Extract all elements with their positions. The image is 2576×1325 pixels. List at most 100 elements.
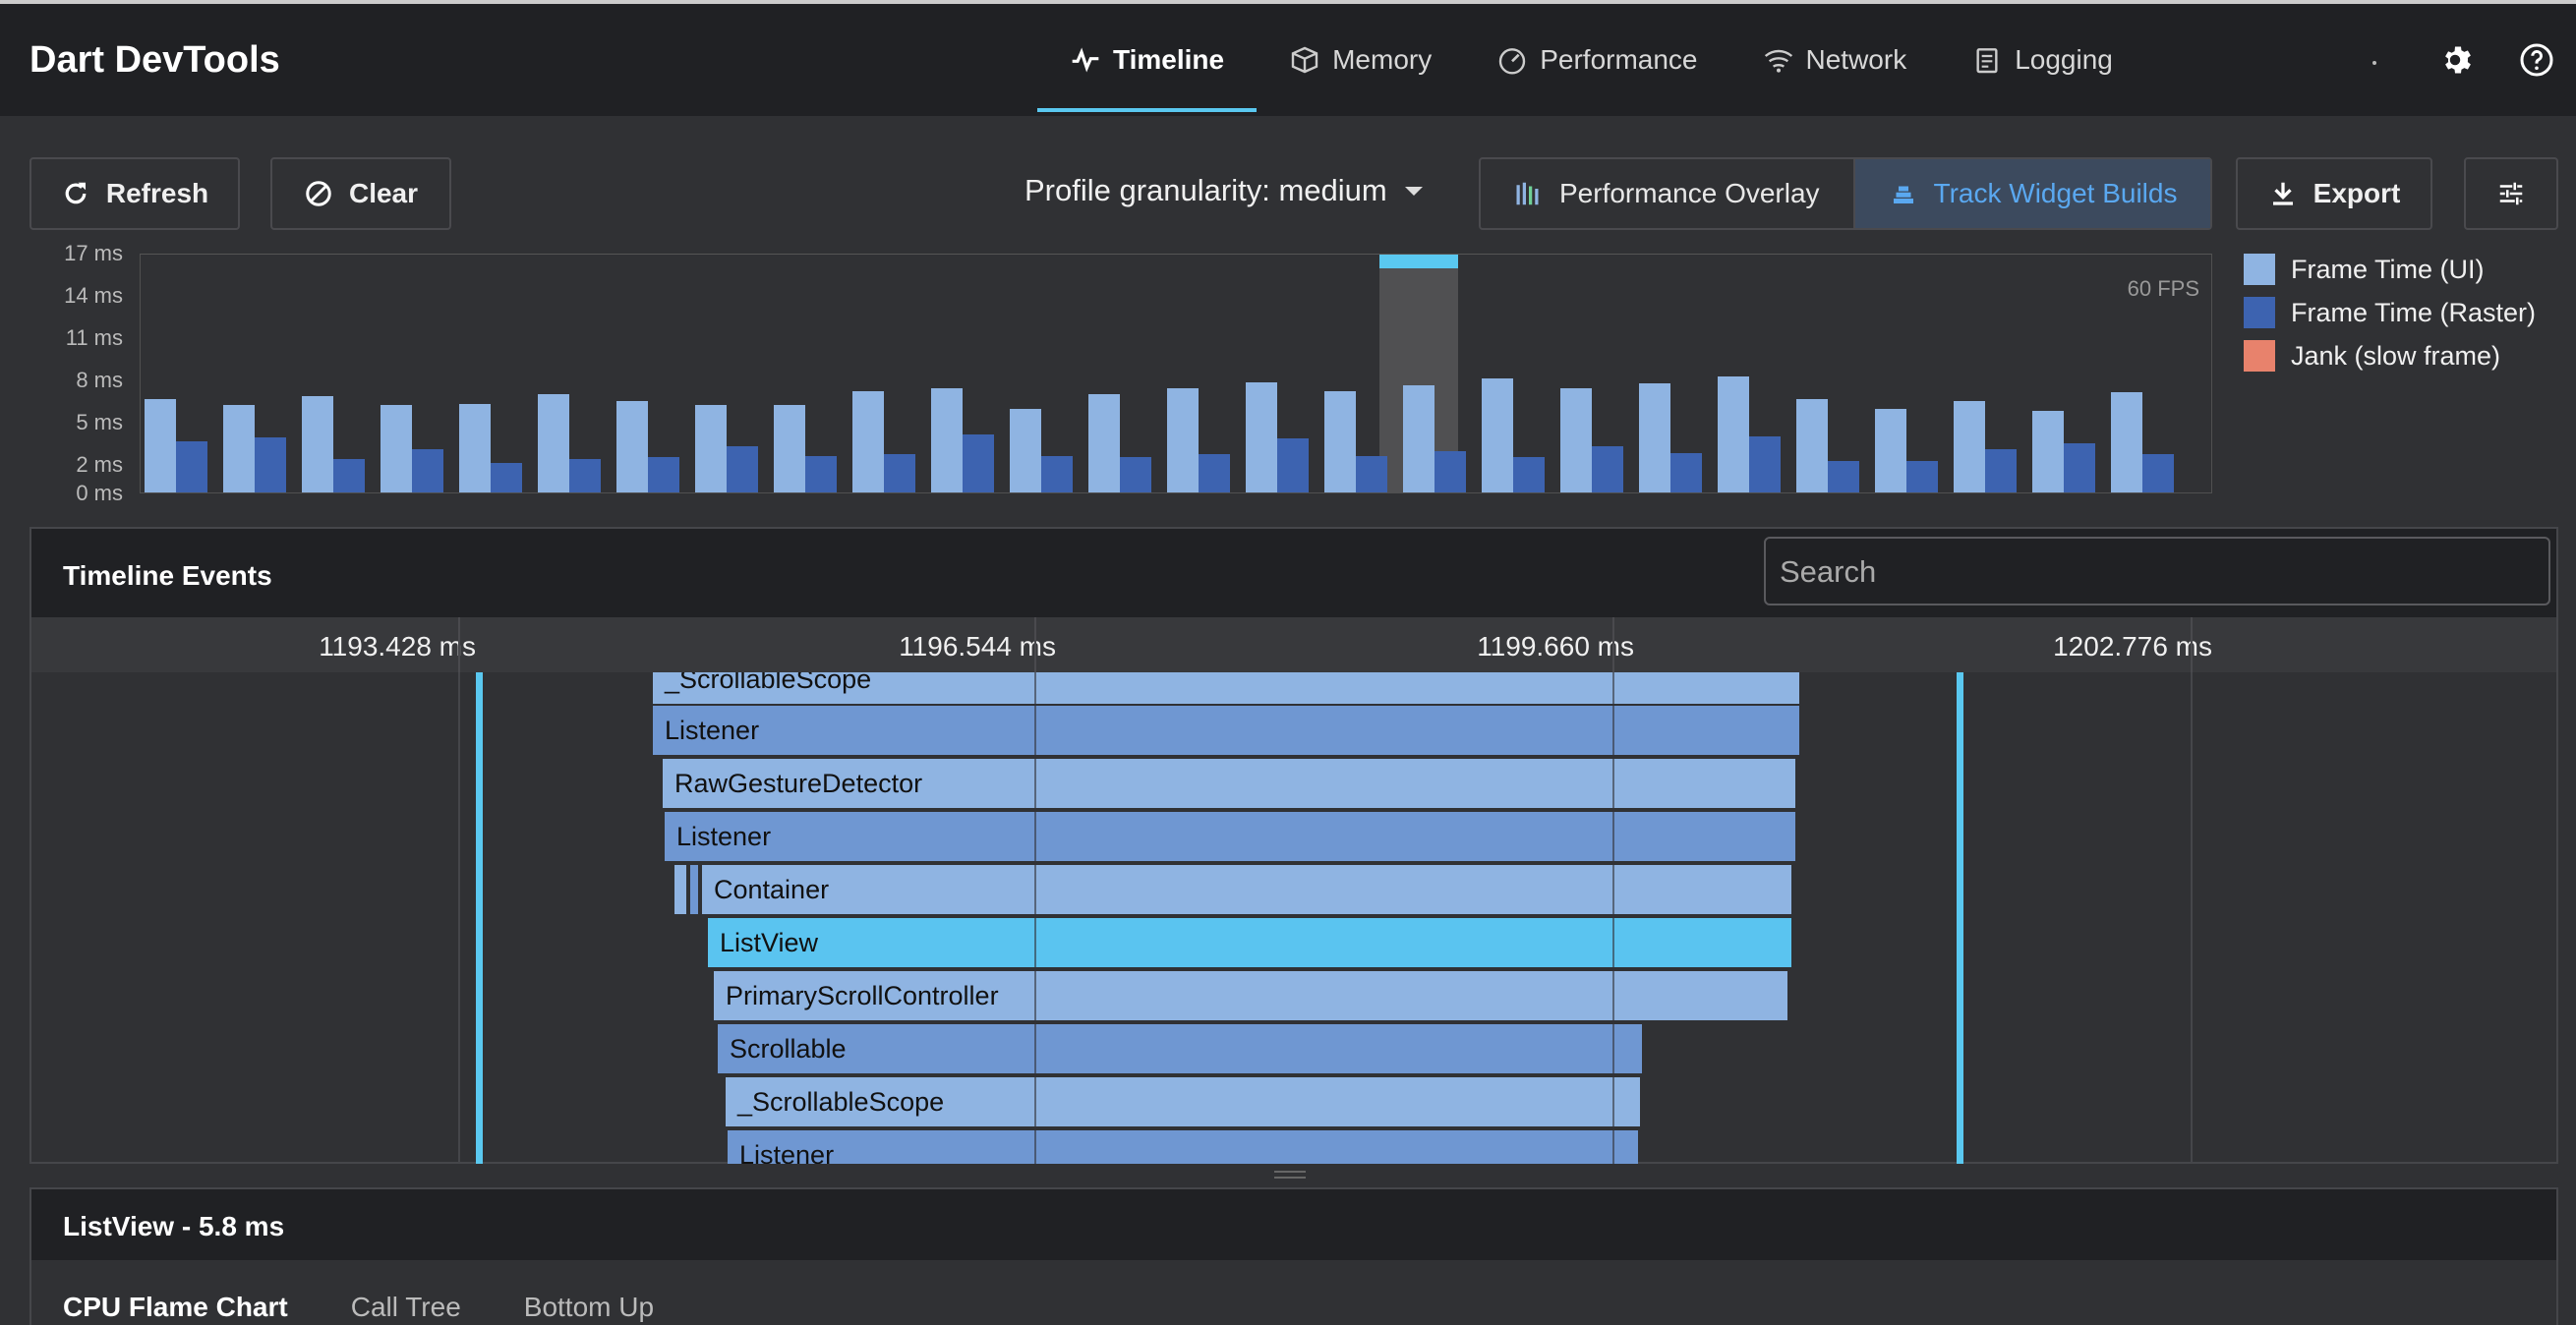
frame-bar-ui[interactable] — [1324, 390, 1356, 492]
frame-bar-ui[interactable] — [538, 393, 569, 492]
event-bar[interactable]: RawGestureDetector — [663, 759, 1795, 808]
frame-bar-raster[interactable] — [255, 437, 286, 492]
frame-bar-ui[interactable] — [459, 403, 491, 492]
ruler-line — [1034, 617, 1036, 672]
granularity-dropdown[interactable]: Profile granularity: medium — [1025, 173, 1425, 208]
ruler-line — [2191, 617, 2193, 672]
frame-bar-raster[interactable] — [1120, 457, 1151, 492]
frame-bar-raster[interactable] — [963, 434, 994, 492]
frame-bar-raster[interactable] — [412, 448, 443, 492]
event-bar[interactable]: Listener — [728, 1130, 1638, 1164]
tab-cpu-flame-chart[interactable]: CPU Flame Chart — [63, 1292, 288, 1323]
frame-bar-raster[interactable] — [1356, 455, 1387, 492]
frame-bar-ui[interactable] — [302, 396, 333, 492]
frame-bar-raster[interactable] — [569, 458, 601, 492]
frame-bar-ui[interactable] — [145, 399, 176, 492]
frame-bar-raster[interactable] — [1828, 461, 1859, 492]
frame-bar-ui[interactable] — [2111, 392, 2142, 492]
frame-bar-ui[interactable] — [774, 405, 805, 492]
frame-bar-raster[interactable] — [1434, 451, 1466, 492]
event-bar[interactable]: Listener — [653, 706, 1799, 755]
frame-bar-raster[interactable] — [1513, 457, 1545, 492]
tab-memory[interactable]: Memory — [1257, 4, 1464, 116]
frame-bar-raster[interactable] — [648, 457, 679, 492]
frame-chart-plot[interactable]: 60 FPS — [140, 254, 2212, 493]
performance-overlay-button[interactable]: Performance Overlay — [1481, 159, 1853, 228]
granularity-label: Profile granularity: medium — [1025, 173, 1387, 207]
frame-bar-raster[interactable] — [176, 441, 207, 492]
refresh-button[interactable]: Refresh — [29, 157, 240, 230]
frame-bar-ui[interactable] — [1875, 409, 1906, 492]
performance-icon — [1499, 48, 1526, 75]
frame-bar-raster[interactable] — [491, 462, 522, 492]
time-ruler: 1193.428 ms 1196.544 ms 1199.660 ms 1202… — [31, 617, 2556, 672]
event-bar[interactable]: Listener — [665, 812, 1795, 861]
settings-button[interactable] — [2419, 21, 2497, 99]
tab-logging[interactable]: Logging — [1939, 4, 2145, 116]
performance-overlay-label: Performance Overlay — [1559, 178, 1820, 208]
frame-bar-raster[interactable] — [884, 454, 915, 492]
frame-bar-ui[interactable] — [1796, 399, 1828, 492]
help-button[interactable] — [2497, 21, 2576, 99]
help-icon — [2520, 43, 2553, 77]
event-bar[interactable]: Scrollable — [718, 1024, 1642, 1073]
event-bar[interactable]: _ScrollableScope — [726, 1077, 1640, 1126]
frame-bar-ui[interactable] — [1718, 376, 1749, 492]
legend-swatch-ui — [2244, 254, 2275, 285]
frame-bar-ui[interactable] — [695, 405, 727, 492]
search-input[interactable]: Search — [1764, 537, 2550, 605]
frame-bar-ui[interactable] — [852, 390, 884, 492]
frame-bar-ui[interactable] — [1088, 393, 1120, 492]
resize-handle[interactable] — [1274, 1170, 1306, 1181]
frame-bar-ui[interactable] — [2032, 410, 2064, 492]
legend-label: Frame Time (UI) — [2291, 254, 2485, 284]
frame-chart: 17 ms 14 ms 11 ms 8 ms 5 ms 2 ms 0 ms 60 FPS — [29, 241, 2214, 505]
tab-network[interactable]: Network — [1730, 4, 1940, 116]
fps-annotation: 60 FPS — [2127, 276, 2199, 301]
flame-chart[interactable]: _ScrollableScope Listener RawGestureDete… — [31, 672, 2556, 1164]
frame-bar-ui[interactable] — [1167, 387, 1199, 492]
frame-bar-raster[interactable] — [727, 445, 758, 492]
event-bar-selected[interactable]: ListView — [708, 918, 1791, 967]
frame-bar-raster[interactable] — [1670, 452, 1702, 492]
frame-bar-ui[interactable] — [1954, 400, 1985, 492]
frame-bar-ui[interactable] — [931, 387, 963, 492]
frame-bar-raster[interactable] — [1199, 454, 1230, 492]
frame-bar-raster[interactable] — [1277, 438, 1309, 492]
frame-bar-ui[interactable] — [381, 405, 412, 492]
timeline-settings-button[interactable] — [2464, 157, 2558, 230]
frame-bar-raster[interactable] — [805, 455, 837, 492]
y-tick-label: 14 ms — [64, 283, 123, 309]
frame-bar-ui[interactable] — [1639, 383, 1670, 492]
event-bar-small[interactable] — [674, 865, 686, 914]
logging-icon — [1976, 48, 1998, 74]
event-bar[interactable]: Container — [702, 865, 1791, 914]
events-header: Timeline Events Search — [31, 529, 2556, 617]
frame-bar-raster[interactable] — [1985, 448, 2017, 492]
frame-bar-raster[interactable] — [2064, 442, 2095, 492]
frame-bar-raster[interactable] — [333, 458, 365, 492]
track-widget-builds-button[interactable]: Track Widget Builds — [1852, 159, 2211, 228]
tab-bottom-up[interactable]: Bottom Up — [524, 1292, 654, 1323]
frame-bar-raster[interactable] — [2142, 454, 2174, 492]
frame-bar-raster[interactable] — [1906, 461, 1938, 492]
event-bar[interactable]: PrimaryScrollController — [714, 971, 1787, 1020]
tab-call-tree[interactable]: Call Tree — [351, 1292, 461, 1323]
frame-bar-ui[interactable] — [1560, 387, 1592, 492]
export-button[interactable]: Export — [2236, 157, 2432, 230]
event-bar-small[interactable] — [690, 865, 698, 914]
clear-button[interactable]: Clear — [270, 157, 451, 230]
tab-performance[interactable]: Performance — [1464, 4, 1729, 116]
frame-bar-ui[interactable] — [1010, 409, 1041, 492]
event-bar[interactable]: _ScrollableScope — [653, 672, 1799, 704]
frame-bar-ui[interactable] — [1403, 384, 1434, 492]
grid-line — [1034, 672, 1036, 1164]
frame-bar-raster[interactable] — [1592, 445, 1623, 492]
tab-timeline[interactable]: Timeline — [1037, 4, 1258, 116]
frame-bar-ui[interactable] — [1246, 382, 1277, 492]
frame-bar-raster[interactable] — [1749, 435, 1781, 492]
frame-bar-ui[interactable] — [1482, 377, 1513, 492]
frame-bar-raster[interactable] — [1041, 455, 1073, 492]
frame-bar-ui[interactable] — [223, 405, 255, 492]
frame-bar-ui[interactable] — [616, 400, 648, 492]
